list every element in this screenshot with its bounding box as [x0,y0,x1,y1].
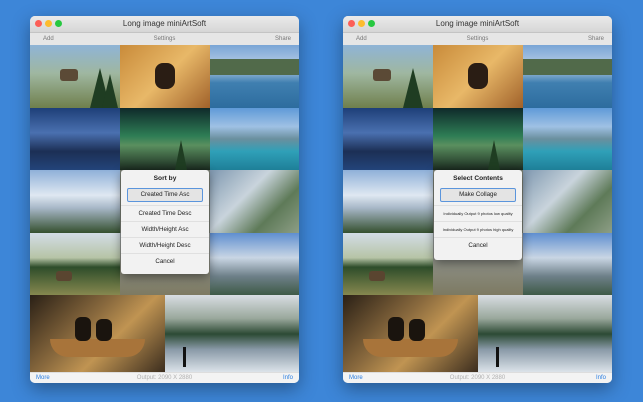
settings-button[interactable]: Settings [30,36,299,42]
photo-dusk-lake[interactable] [343,107,433,170]
output-size: Output: 2090 X 2880 [136,375,193,381]
photo-aurora[interactable] [433,107,523,170]
title-bar: Long image miniArtSoft [30,16,299,33]
window-title: Long image miniArtSoft [435,19,520,28]
output-size: Output: 2090 X 2880 [449,375,506,381]
sort-dialog: Sort by Created Time Asc Created Time De… [121,170,209,274]
bottom-bar: More Output: 2090 X 2880 Info [343,372,612,383]
photo-glacier[interactable] [30,170,120,233]
dialog-heading: Sort by [153,175,177,182]
photo-turquoise-lake[interactable] [210,107,299,170]
make-collage-option[interactable]: Make Collage [440,188,516,202]
toolbar: Add Settings Share [343,33,612,45]
photo-bears-canoe[interactable] [30,295,165,373]
info-button[interactable]: Info [283,375,293,381]
photo-aerial-road[interactable] [210,170,299,233]
photo-river-rapids[interactable] [165,295,299,373]
photo-bear-figurine[interactable] [120,45,210,108]
settings-button[interactable]: Settings [343,36,612,42]
photo-misty-mountain[interactable] [210,232,299,295]
photo-turquoise-lake[interactable] [523,107,612,170]
dialog-heading: Select Contents [453,175,503,182]
cancel-button[interactable]: Cancel [121,253,209,269]
photo-mountain-lake[interactable] [210,45,299,108]
photo-glacier[interactable] [343,170,433,233]
window-title: Long image miniArtSoft [122,19,207,28]
sort-wh-desc-option[interactable]: Width/Height Desc [121,237,209,253]
app-window-sort: Long image miniArtSoft Add Settings Shar… [30,16,299,383]
photo-bear-figurine[interactable] [433,45,523,108]
photo-elk-meadow[interactable] [343,232,433,295]
select-contents-dialog: Select Contents Make Collage Individuall… [434,170,522,260]
toolbar: Add Settings Share [30,33,299,45]
share-button[interactable]: Share [275,36,291,42]
app-window-contents: Long image miniArtSoft Add Settings Shar… [343,16,612,383]
photo-misty-mountain[interactable] [523,232,612,295]
cancel-button[interactable]: Cancel [434,237,522,253]
photo-bears-canoe[interactable] [343,295,478,373]
info-button[interactable]: Info [596,375,606,381]
photo-elk-meadow[interactable] [30,232,120,295]
photo-mountain-lake[interactable] [523,45,612,108]
sort-wh-asc-option[interactable]: Width/Height Asc [121,221,209,237]
output-low-quality-option[interactable]: Individually Output 9 photos low quality [434,205,522,221]
sort-created-desc-option[interactable]: Created Time Desc [121,205,209,221]
sort-created-asc-option[interactable]: Created Time Asc [127,188,203,202]
photo-elk-forest[interactable] [30,45,120,108]
share-button[interactable]: Share [588,36,604,42]
output-high-quality-option[interactable]: Individually Output 9 photos high qualit… [434,221,522,237]
title-bar: Long image miniArtSoft [343,16,612,33]
photo-dusk-lake[interactable] [30,107,120,170]
bottom-bar: More Output: 2090 X 2880 Info [30,372,299,383]
photo-aurora[interactable] [120,107,210,170]
photo-river-rapids[interactable] [478,295,612,373]
photo-elk-forest[interactable] [343,45,433,108]
photo-aerial-road[interactable] [523,170,612,233]
